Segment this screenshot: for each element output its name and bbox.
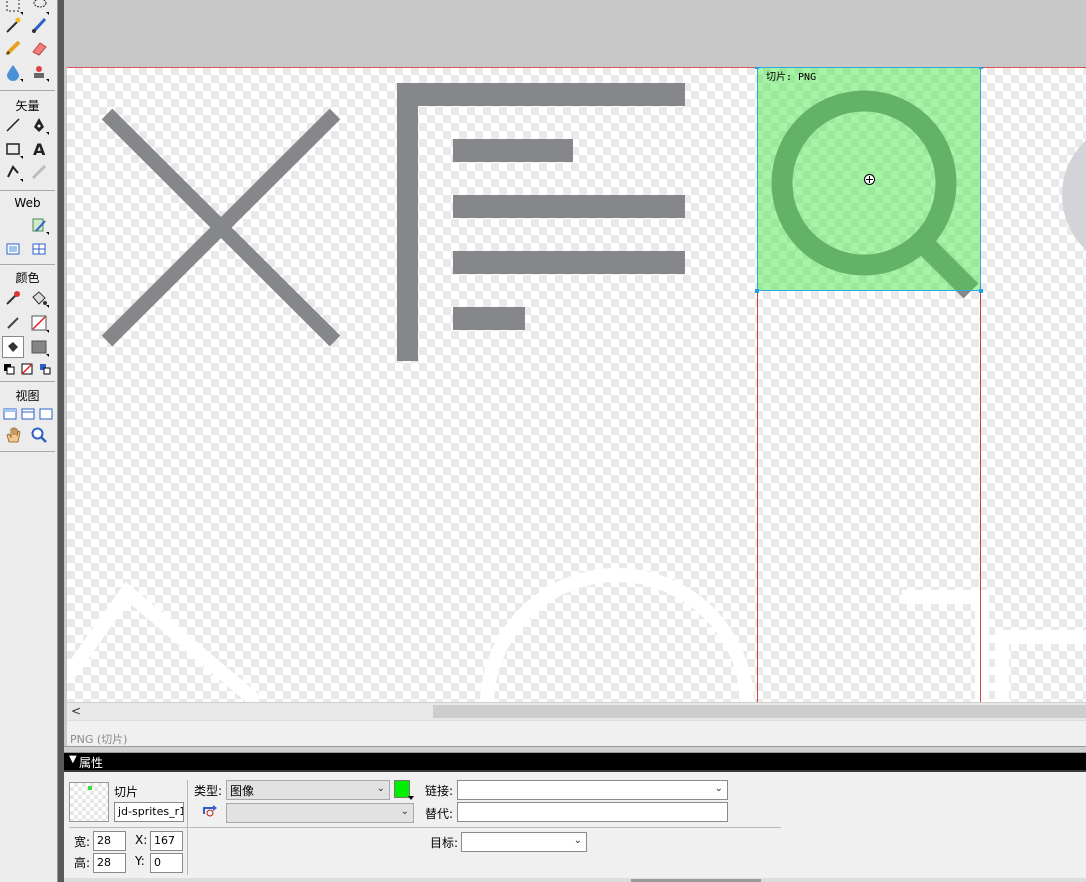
behavior-select[interactable]: ⌄ [226,803,414,823]
bottom-scrollbar[interactable] [64,878,1086,882]
full-screen-mode-icon[interactable] [38,403,54,425]
slice-handle-bottom-left[interactable] [755,289,759,293]
default-colors-icon[interactable] [2,358,16,380]
slice-name-input[interactable]: jd-sprites_r1 [114,802,184,822]
horizontal-scrollbar[interactable]: < [67,702,1086,720]
partial-gray-icon [1062,140,1086,250]
height-label: 高: [74,856,91,870]
chevron-down-icon: ⌄ [714,783,723,794]
web-section-label: Web [14,196,41,210]
type-label: 类型: [194,784,223,798]
slice-behavior-handle-icon[interactable] [864,174,875,185]
width-label: 宽: [74,835,91,849]
rectangle-tool-icon[interactable] [2,138,24,160]
slice-thumbnail [69,782,109,822]
chevron-down-icon: ⌄ [573,835,582,846]
close-icon [101,108,341,347]
standard-screen-mode-icon[interactable] [2,403,18,425]
vector-section-label: 矢量 [15,99,40,113]
knife-tool-icon[interactable] [28,161,50,183]
slice-tool-icon[interactable] [28,214,50,236]
type-select[interactable]: 图像 ⌄ [226,780,390,800]
pen-tool-icon[interactable] [28,114,50,136]
scrollbar-thumb[interactable] [433,705,1086,718]
magic-wand-icon[interactable] [2,14,24,36]
fill-color-bucket-icon[interactable] [2,336,24,358]
line-tool-icon[interactable] [2,114,24,136]
vertical-guide-right [980,291,981,702]
link-input[interactable]: ⌄ [457,780,728,800]
width-input[interactable]: 28 [93,831,126,851]
brush-tool-icon[interactable] [28,14,50,36]
chevron-down-icon: ⌄ [376,783,385,794]
object-type-label: 切片 [114,785,139,799]
zoom-tool-icon[interactable] [28,424,50,446]
slice-label: 切片: PNG [766,72,817,83]
alt-label: 替代: [425,807,454,821]
document-area: 切片: PNG [64,0,1086,748]
rubber-stamp-icon[interactable] [28,61,50,83]
properties-panel: 切片 jd-sprites_r1 类型: 图像 ⌄ ⌄ 链接: ⌄ 替代: 宽:… [64,772,1086,882]
alt-text-input[interactable] [457,802,728,822]
link-label: 链接: [425,784,454,798]
pencil-tool-icon[interactable] [2,37,24,59]
properties-title: 属性 [79,756,104,770]
selected-slice[interactable]: 切片: PNG [755,67,983,293]
hand-tool-icon[interactable] [2,424,24,446]
slice-handle-top-left[interactable] [755,67,759,69]
show-slices-icon[interactable] [28,238,50,260]
target-select[interactable]: ⌄ [461,832,587,852]
chevron-down-icon: ⌄ [400,806,409,817]
y-input[interactable]: 0 [150,853,183,873]
slice-handle-top-right[interactable] [979,67,983,69]
properties-panel-header[interactable]: ▼ 属性 [64,753,1086,772]
slice-handle-bottom-right[interactable] [979,289,983,293]
blur-tool-icon[interactable] [2,61,24,83]
colors-section-label: 颜色 [15,271,40,285]
status-text: PNG (切片) [70,733,128,746]
text-tool-icon[interactable]: A [28,138,50,160]
list-icon [397,83,685,361]
behavior-icon[interactable] [201,804,219,821]
status-bar: PNG (切片) [67,720,1086,747]
no-color-icon[interactable] [20,358,34,380]
paint-bucket-icon[interactable] [28,287,50,309]
canvas[interactable]: 切片: PNG [67,67,1086,702]
x-input[interactable]: 167 [150,831,183,851]
slice-color-swatch[interactable] [394,780,414,800]
swap-colors-icon[interactable] [38,358,52,380]
eyedropper-icon[interactable] [2,287,24,309]
full-screen-menus-icon[interactable] [20,403,36,425]
x-label: X: [135,833,148,847]
height-input[interactable]: 28 [93,853,126,873]
eraser-tool-icon[interactable] [28,37,50,59]
fill-color-swatch[interactable] [28,336,50,358]
vertical-guide-left [757,291,758,702]
white-sprite-icons [67,568,1086,702]
type-select-value: 图像 [230,784,255,798]
y-label: Y: [135,854,145,868]
view-section-label: 视图 [15,389,40,403]
svg-text:A: A [33,140,46,158]
hide-slices-icon[interactable] [2,238,24,260]
stroke-color-swatch[interactable] [28,312,50,334]
freeform-tool-icon[interactable] [2,161,24,183]
panel-divider[interactable] [64,746,1086,753]
stroke-color-pencil-icon[interactable] [2,312,24,334]
scroll-left-arrow-icon[interactable]: < [71,704,81,718]
tools-panel: 矢量 A Web 颜色 视图 [0,0,64,882]
target-label: 目标: [430,836,459,850]
collapse-triangle-icon[interactable]: ▼ [69,754,77,765]
